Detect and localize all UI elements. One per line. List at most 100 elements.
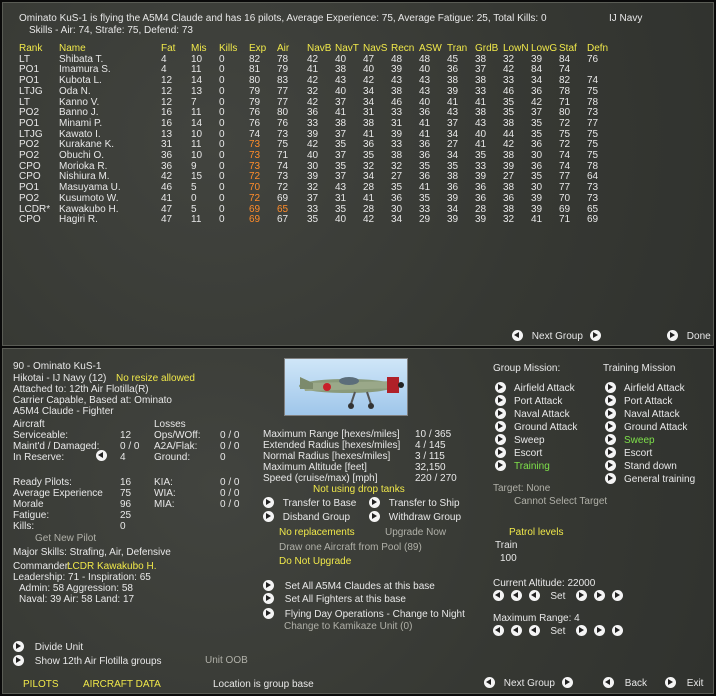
table-cell: 77: [277, 85, 289, 97]
next-arrow-icon[interactable]: [561, 677, 573, 688]
aircraft-type: A5M4 Claude - Fighter: [13, 406, 114, 417]
decrease-large-icon[interactable]: [493, 590, 504, 601]
mission-option[interactable]: Airfield Attack: [495, 382, 575, 394]
prev-arrow-icon[interactable]: [484, 677, 495, 688]
day-night-button[interactable]: Flying Day Operations - Change to Night: [263, 608, 465, 620]
mission-option[interactable]: Escort: [495, 447, 542, 459]
divide-unit-button[interactable]: Divide Unit: [13, 641, 83, 653]
arrow-left-icon[interactable]: [96, 450, 107, 461]
unit-title: 90 - Ominato KuS-1: [13, 361, 102, 372]
mission-option[interactable]: Training: [495, 460, 550, 472]
decrease-large-icon[interactable]: [493, 625, 504, 636]
upgrade-now-button[interactable]: Upgrade Now: [385, 527, 446, 538]
mission-option[interactable]: Port Attack: [495, 395, 562, 407]
increase-small-icon[interactable]: [576, 625, 588, 636]
table-cell: LTJG: [19, 85, 43, 97]
table-cell: 36: [531, 85, 543, 97]
table-cell: 40: [335, 214, 347, 226]
unit-oob-button[interactable]: Unit OOB: [205, 655, 248, 666]
max-range-set-button[interactable]: Set: [550, 626, 565, 637]
increase-small-icon[interactable]: [576, 590, 588, 601]
ops-label: Ops/WOff:: [154, 430, 201, 441]
decrease-small-icon[interactable]: [528, 625, 540, 636]
altitude-stepper[interactable]: Set: [493, 590, 623, 602]
kills-value: 0: [120, 521, 126, 532]
transfer-ship-button[interactable]: Transfer to Ship: [369, 497, 460, 509]
arrow-right-icon: [667, 330, 678, 341]
upgrade-toggle[interactable]: Do Not Upgrade: [279, 556, 351, 567]
altitude-set-button[interactable]: Set: [550, 591, 565, 602]
prev-arrow-icon[interactable]: [512, 330, 523, 341]
set-all-claudes-button[interactable]: Set All A5M4 Claudes at this base: [263, 580, 435, 592]
exit-button[interactable]: Exit: [665, 677, 703, 689]
table-cell: 36: [503, 192, 515, 204]
commander-skills: Naval: 39 Air: 58 Land: 17: [19, 594, 135, 605]
table-cell: 36: [391, 192, 403, 204]
decrease-small-icon[interactable]: [528, 590, 540, 601]
table-cell: 69: [587, 214, 599, 226]
arrow-right-icon: [605, 408, 616, 419]
mia-value: 0 / 0: [220, 499, 240, 510]
mission-option[interactable]: Airfield Attack: [605, 382, 685, 394]
mission-option[interactable]: Sweep: [605, 434, 655, 446]
mission-option[interactable]: Ground Attack: [605, 421, 687, 433]
done-button[interactable]: Done: [667, 330, 711, 342]
morale-value: 96: [120, 499, 132, 510]
current-altitude-label: Current Altitude: 22000: [493, 578, 596, 589]
losses-heading: Losses: [154, 419, 186, 430]
next-group-button-bottom[interactable]: Next Group: [484, 677, 573, 689]
arrow-left-icon: [603, 677, 614, 688]
next-arrow-icon[interactable]: [589, 330, 601, 341]
ops-value: 0 / 0: [220, 430, 240, 441]
increase-medium-icon[interactable]: [593, 625, 605, 636]
mission-option[interactable]: General training: [605, 473, 695, 485]
decrease-medium-icon[interactable]: [510, 625, 522, 636]
mission-option[interactable]: Naval Attack: [495, 408, 570, 420]
max-range-stepper[interactable]: Set: [493, 625, 623, 637]
increase-medium-icon[interactable]: [593, 590, 605, 601]
next-group-button-top[interactable]: Next Group: [512, 330, 601, 342]
max-altitude-label: Maximum Altitude [feet]: [263, 462, 367, 473]
get-new-pilot-button[interactable]: Get New Pilot: [35, 533, 96, 544]
train-value: 100: [500, 553, 517, 564]
transfer-base-button[interactable]: Transfer to Base: [263, 497, 356, 509]
mia-label: MIA:: [154, 499, 175, 510]
draw-pool-button[interactable]: Draw one Aircraft from Pool (89): [279, 542, 422, 553]
back-button[interactable]: Back: [603, 677, 647, 689]
arrow-right-icon: [263, 497, 274, 508]
set-all-fighters-button[interactable]: Set All Fighters at this base: [263, 593, 406, 605]
mission-option[interactable]: Escort: [605, 447, 652, 459]
reserve-arrow-button[interactable]: [96, 450, 107, 462]
drop-tanks-toggle[interactable]: Not using drop tanks: [313, 484, 405, 495]
table-row[interactable]: CPO Hagiri R. 47 11 0 69 67 35 40 42 34 29 39 39 32 41 7…: [19, 215, 615, 226]
replacements-toggle[interactable]: No replacements: [279, 527, 355, 538]
maint-value: 0 / 0: [120, 441, 140, 452]
increase-large-icon[interactable]: [611, 625, 623, 636]
unit-detail-panel: 90 - Ominato KuS-1 Hikotai - IJ Navy (12…: [2, 348, 714, 694]
table-cell: 35: [307, 214, 319, 226]
select-target-button[interactable]: Cannot Select Target: [514, 496, 607, 507]
mission-option[interactable]: Sweep: [495, 434, 545, 446]
table-cell: 32: [503, 214, 515, 226]
withdraw-group-button[interactable]: Withdraw Group: [369, 511, 461, 523]
show-groups-button[interactable]: Show 12th Air Flotilla groups: [13, 655, 162, 667]
increase-large-icon[interactable]: [611, 590, 623, 601]
arrow-right-icon: [495, 408, 506, 419]
commander-name-link[interactable]: LCDR Kawakubo H.: [67, 561, 156, 572]
disband-group-button[interactable]: Disband Group: [263, 511, 350, 523]
mission-option[interactable]: Ground Attack: [495, 421, 577, 433]
table-cell: 39: [447, 214, 459, 226]
ext-radius-value: 4 / 145: [415, 440, 446, 451]
table-row[interactable]: PO2 Kusumoto W. 41 0 0 72 69 37 31 41 36 35 39 36 36 39…: [19, 192, 615, 205]
pilots-tab[interactable]: PILOTS: [23, 679, 59, 690]
aircraft-data-tab[interactable]: AIRCRAFT DATA: [83, 679, 161, 690]
kamikaze-button[interactable]: Change to Kamikaze Unit (0): [284, 621, 412, 632]
table-row[interactable]: LTJG Oda N. 12 13 0 79 77 32 40 34 38 43 39 33 46 36 78 7…: [19, 85, 615, 98]
mission-option[interactable]: Port Attack: [605, 395, 672, 407]
decrease-medium-icon[interactable]: [510, 590, 522, 601]
arrow-right-icon: [605, 473, 616, 484]
mission-option[interactable]: Stand down: [605, 460, 677, 472]
a2a-label: A2A/Flak:: [154, 441, 198, 452]
norm-radius-label: Normal Radius [hexes/miles]: [263, 451, 391, 462]
mission-option[interactable]: Naval Attack: [605, 408, 680, 420]
